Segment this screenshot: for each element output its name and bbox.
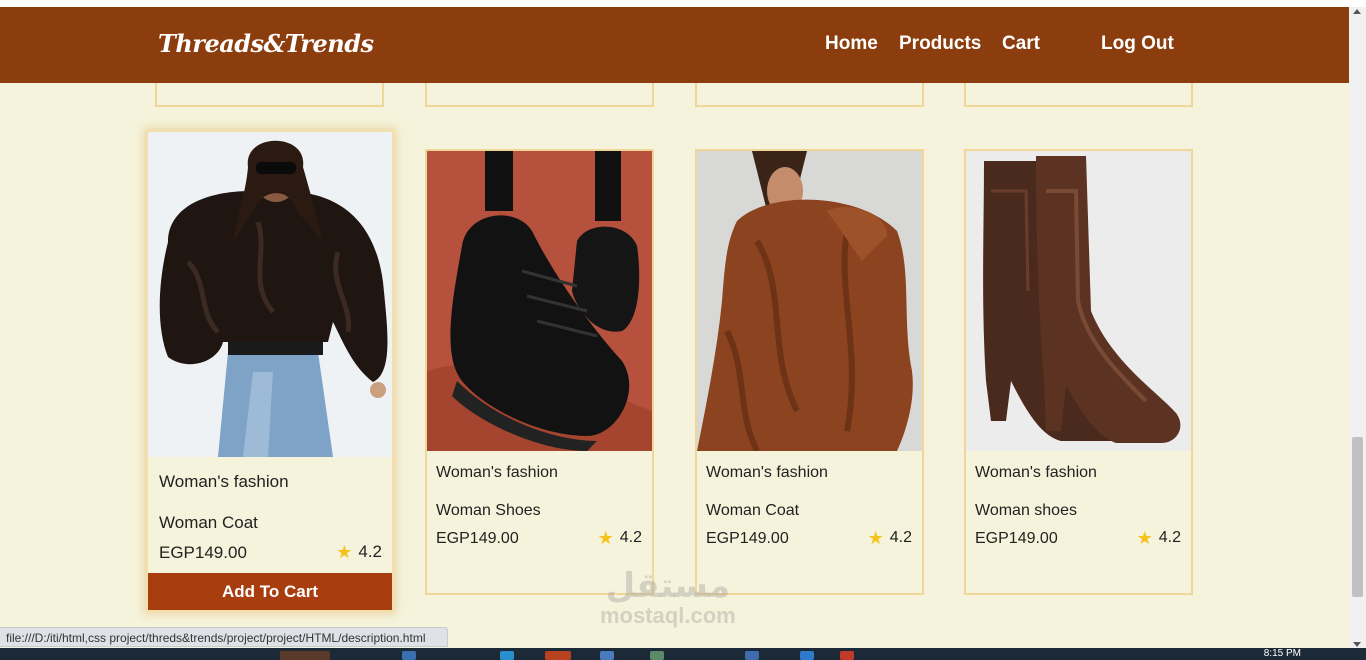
taskbar-app-icon[interactable] <box>600 651 614 660</box>
rating-value: 4.2 <box>619 529 642 546</box>
previous-row-card <box>964 83 1193 107</box>
product-image[interactable] <box>966 151 1191 451</box>
taskbar-app-icon[interactable] <box>500 651 514 660</box>
star-icon: ★ <box>1136 528 1153 548</box>
star-icon: ★ <box>336 542 353 562</box>
taskbar-app-icon[interactable] <box>840 651 854 660</box>
product-name: Woman Shoes <box>436 502 541 519</box>
product-category: Woman's fashion <box>436 464 558 481</box>
previous-row-card <box>695 83 924 107</box>
star-icon: ★ <box>867 528 884 548</box>
scroll-up-arrow-icon[interactable] <box>1353 9 1361 14</box>
brand-logo[interactable]: Threads&Trends <box>158 29 374 58</box>
product-rating: ★ 4.2 <box>336 542 382 562</box>
taskbar-app-icon[interactable] <box>402 651 416 660</box>
nav-logout[interactable]: Log Out <box>1101 33 1174 55</box>
product-name: Woman shoes <box>975 502 1077 519</box>
taskbar: 8:15 PM <box>0 648 1366 660</box>
product-category: Woman's fashion <box>975 464 1097 481</box>
chrome-icon[interactable] <box>545 651 571 660</box>
taskbar-app-icon[interactable] <box>650 651 664 660</box>
product-card-3[interactable]: Woman's fashion Woman Coat EGP149.00 ★ 4… <box>695 149 924 595</box>
rating-value: 4.2 <box>889 529 912 546</box>
product-price: EGP149.00 <box>975 530 1058 547</box>
previous-row-card <box>425 83 654 107</box>
star-icon: ★ <box>597 528 614 548</box>
product-name: Woman Coat <box>159 513 258 532</box>
scroll-down-arrow-icon[interactable] <box>1353 642 1361 647</box>
product-price: EGP149.00 <box>436 530 519 547</box>
previous-row-card <box>155 83 384 107</box>
product-card-2[interactable]: Woman's fashion Woman Shoes EGP149.00 ★ … <box>425 149 654 595</box>
nav-products[interactable]: Products <box>899 33 981 55</box>
taskbar-app-icon[interactable] <box>280 651 330 660</box>
taskbar-app-icon[interactable] <box>745 651 759 660</box>
rating-value: 4.2 <box>358 542 382 561</box>
product-image[interactable] <box>148 132 392 457</box>
product-category: Woman's fashion <box>706 464 828 481</box>
taskbar-app-icon[interactable] <box>800 651 814 660</box>
rating-value: 4.2 <box>1158 529 1181 546</box>
product-category: Woman's fashion <box>159 472 289 491</box>
scroll-thumb[interactable] <box>1352 437 1363 597</box>
product-card-1[interactable]: Woman's fashion Woman Coat EGP149.00 ★ 4… <box>146 130 394 612</box>
product-price: EGP149.00 <box>706 530 789 547</box>
product-rating: ★ 4.2 <box>598 529 642 547</box>
navbar: Threads&Trends Home Products Cart Log Ou… <box>0 7 1349 83</box>
vertical-scrollbar[interactable] <box>1349 7 1366 651</box>
product-name: Woman Coat <box>706 502 800 519</box>
watermark-latin: mostaql.com <box>600 603 736 628</box>
nav-home[interactable]: Home <box>825 33 878 55</box>
product-card-4[interactable]: Woman's fashion Woman shoes EGP149.00 ★ … <box>964 149 1193 595</box>
status-bar-url: file:///D:/iti/html,css project/threds&t… <box>0 627 448 647</box>
product-image[interactable] <box>697 151 922 451</box>
taskbar-clock[interactable]: 8:15 PM <box>1264 648 1301 659</box>
product-image[interactable] <box>427 151 652 451</box>
browser-top-strip <box>0 0 1366 7</box>
nav-cart[interactable]: Cart <box>1002 33 1040 55</box>
product-price: EGP149.00 <box>159 543 247 562</box>
product-rating: ★ 4.2 <box>868 529 912 547</box>
add-to-cart-button[interactable]: Add To Cart <box>148 573 392 610</box>
product-rating: ★ 4.2 <box>1137 529 1181 547</box>
